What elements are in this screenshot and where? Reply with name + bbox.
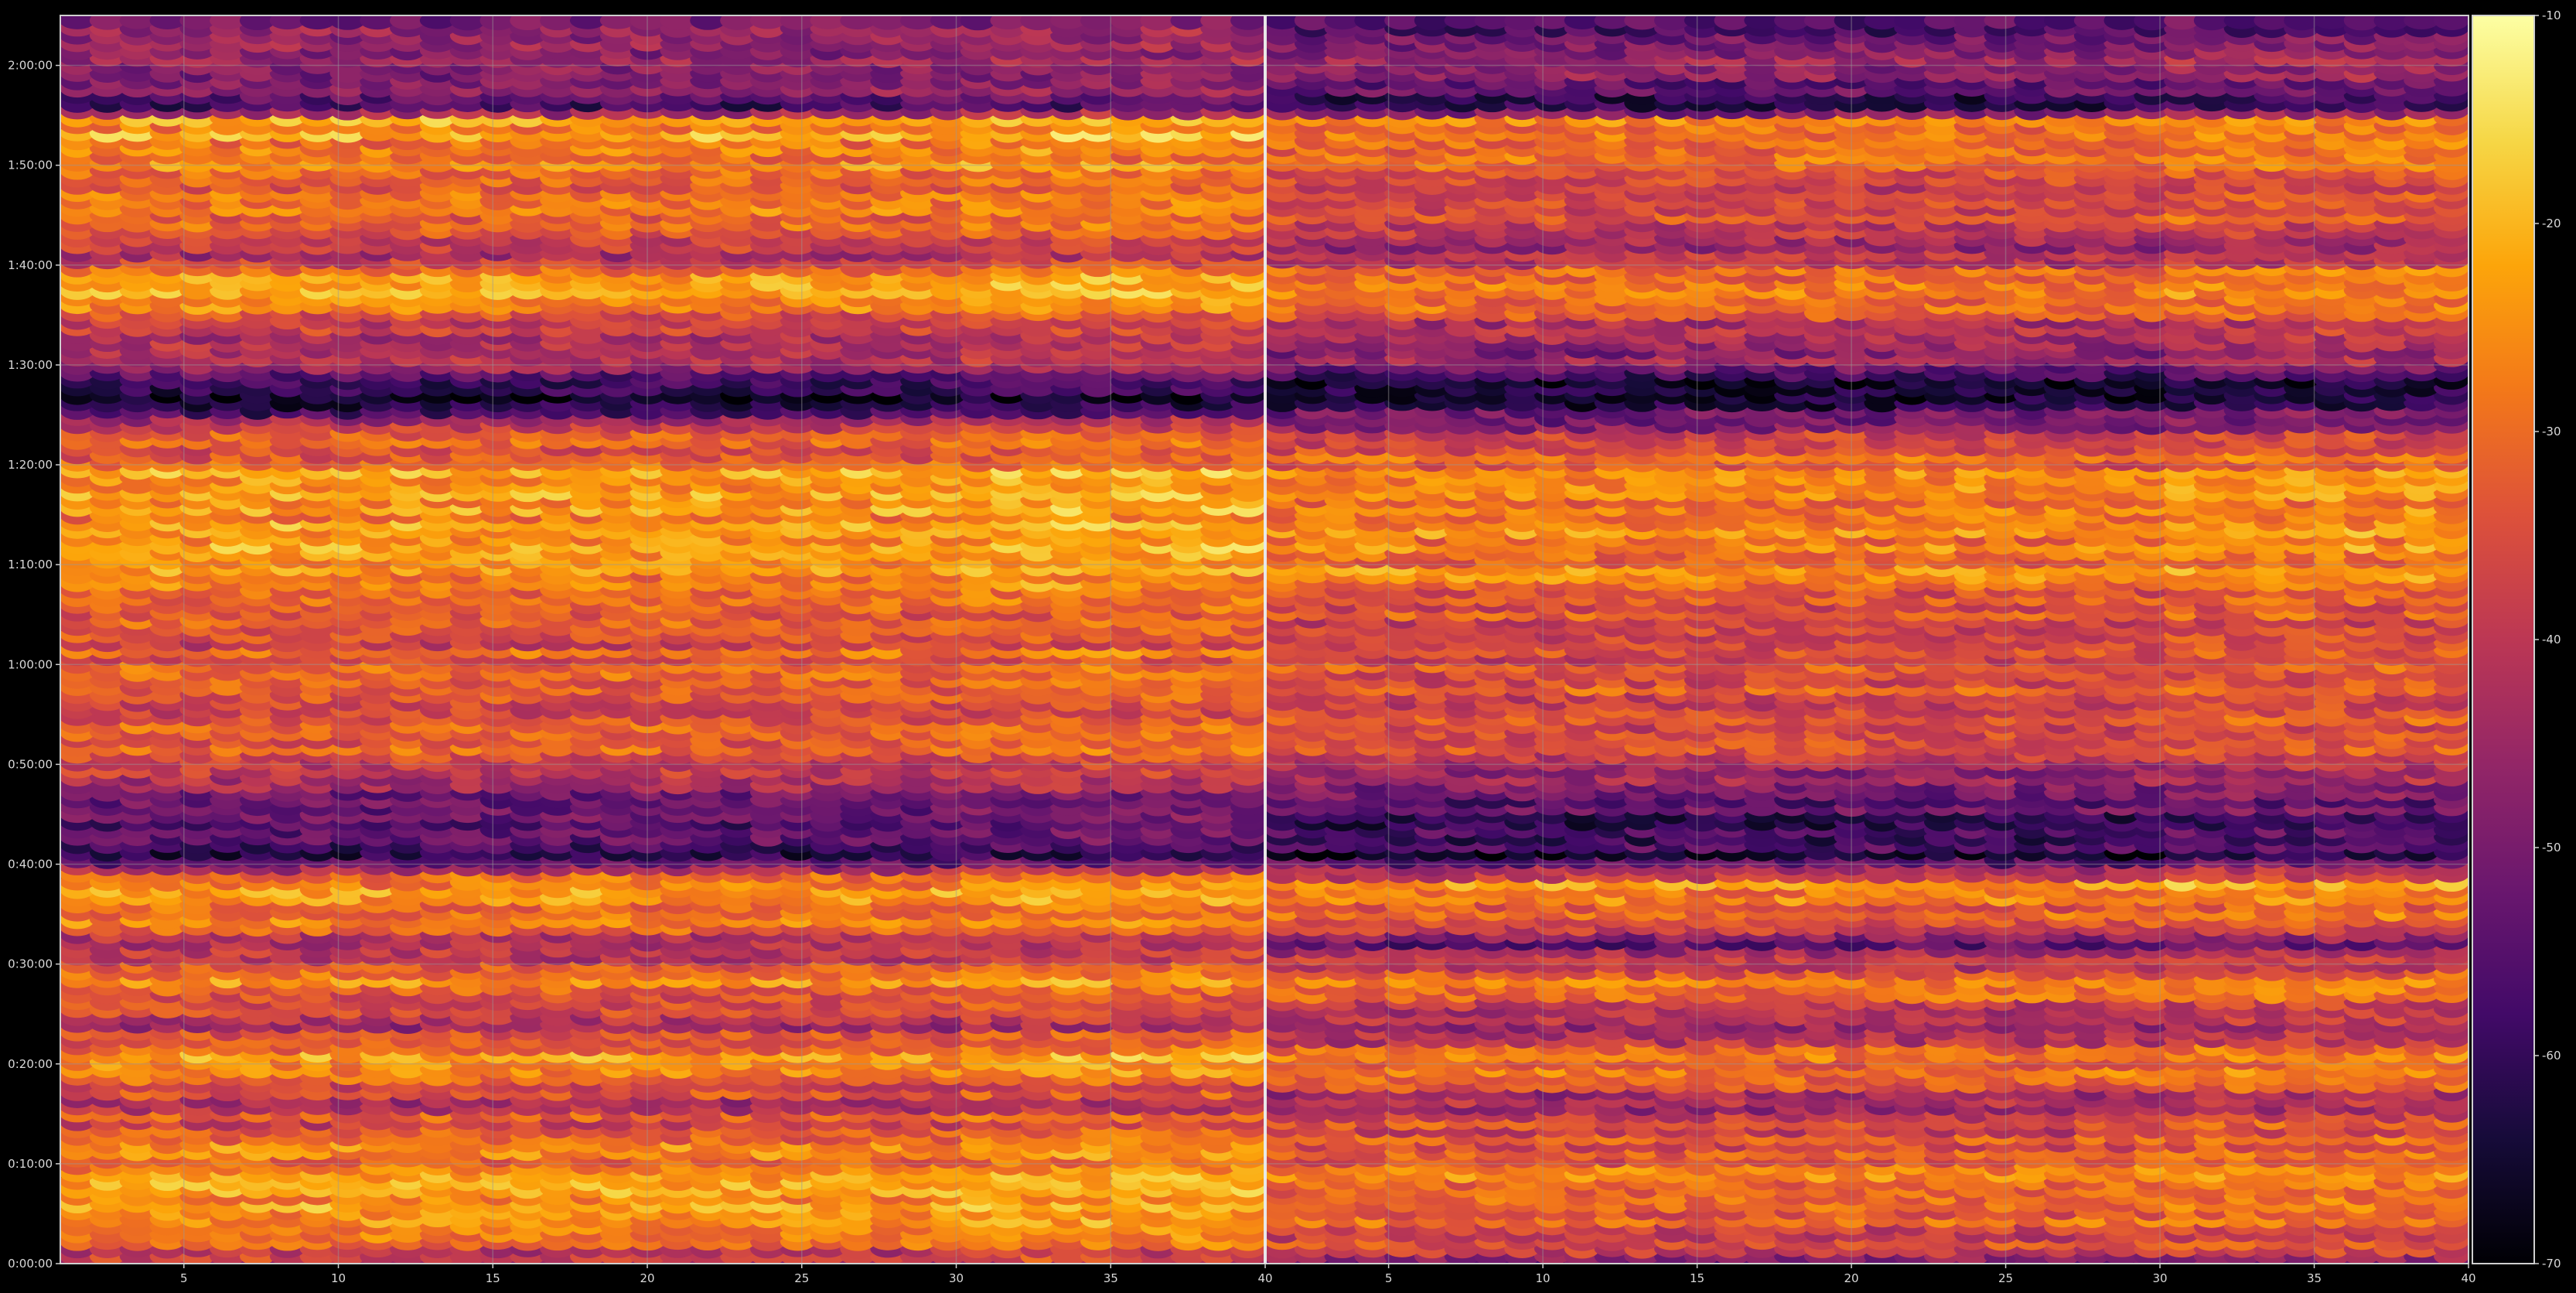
heatmap-panel-left [60, 15, 1266, 1264]
chart-canvas: 5 10 15 20 25 30 35 400:00:000:10:000:20:000:30… [8, 9, 2561, 1285]
